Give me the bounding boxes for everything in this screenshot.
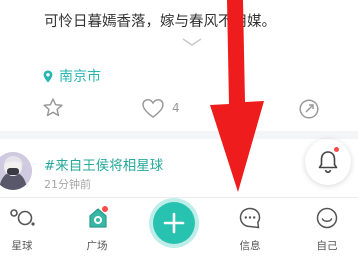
like-count: 4 xyxy=(172,101,180,115)
notification-badge xyxy=(334,147,339,152)
heart-icon[interactable] xyxy=(141,98,165,119)
location-pin-icon xyxy=(43,70,53,82)
star-icon[interactable] xyxy=(42,97,64,119)
chevron-down-icon[interactable] xyxy=(181,37,203,47)
tab-planet[interactable]: 星球 xyxy=(2,198,42,254)
tab-messages-label: 信息 xyxy=(239,240,261,252)
planet-icon xyxy=(10,209,35,226)
share-icon[interactable] xyxy=(298,98,320,120)
smiley-icon xyxy=(316,207,338,229)
bell-icon xyxy=(318,151,338,174)
tab-me-label: 自己 xyxy=(316,240,338,252)
add-post-button[interactable] xyxy=(153,202,195,244)
plus-icon xyxy=(163,212,185,234)
topic-label[interactable]: #来自王侯将相星球 xyxy=(44,154,163,174)
notification-bell-button[interactable] xyxy=(305,139,351,185)
square-badge xyxy=(102,206,108,212)
avatar-image xyxy=(0,152,32,190)
post-text: 可怜日暮嫣香落，嫁与春风不用媒。 xyxy=(44,14,276,30)
post-location[interactable]: 南京市 xyxy=(43,66,101,86)
tab-me[interactable]: 自己 xyxy=(307,198,347,254)
avatar[interactable] xyxy=(0,152,32,190)
tab-messages[interactable]: 信息 xyxy=(230,198,270,254)
tab-square-label: 广场 xyxy=(86,240,108,252)
tab-planet-label: 星球 xyxy=(11,240,33,252)
post-card[interactable]: 可怜日暮嫣香落，嫁与春风不用媒。 南京市 4 xyxy=(0,0,358,131)
tab-square[interactable]: 广场 xyxy=(77,198,117,254)
message-icon xyxy=(239,207,261,229)
post-time: 21分钟前 xyxy=(44,178,91,191)
location-label: 南京市 xyxy=(59,69,101,85)
